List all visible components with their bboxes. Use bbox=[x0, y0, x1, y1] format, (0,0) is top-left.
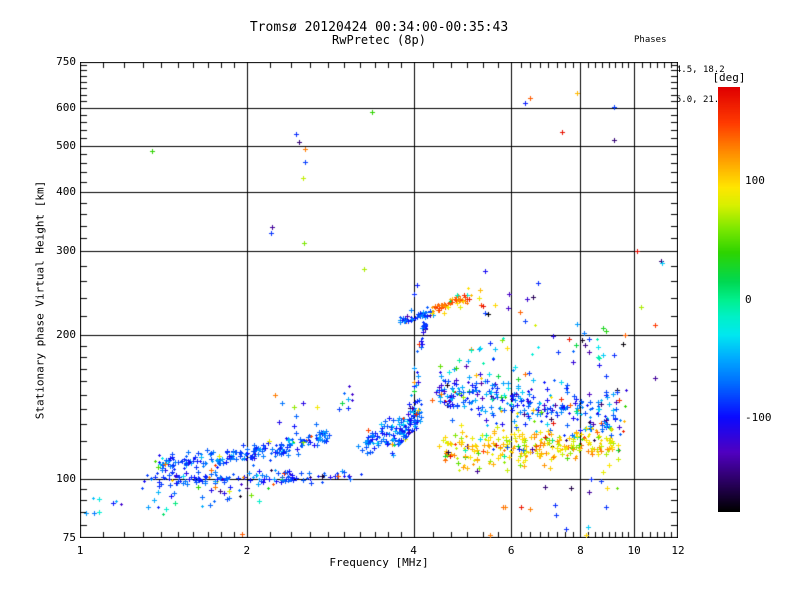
y-tick-label: 600 bbox=[56, 101, 76, 115]
colorbar-tick-label: 100 bbox=[745, 174, 765, 188]
x-axis-label: Frequency [MHz] bbox=[329, 556, 429, 569]
y-axis-label: Stationary phase Virtual Height [km] bbox=[33, 180, 47, 420]
colorbar-tick-label: 0 bbox=[745, 292, 752, 306]
y-tick-label: 300 bbox=[56, 244, 76, 258]
y-tick-label: 200 bbox=[56, 328, 76, 342]
phase-stats-heading: Phases bbox=[634, 35, 667, 45]
y-tick-label: 400 bbox=[56, 184, 76, 198]
ionogram-figure: Tromsø 20120424 00:34:00-00:35:43 RwPret… bbox=[0, 0, 800, 600]
scatter-plot-canvas bbox=[80, 62, 678, 538]
chart-subtitle: RwPretec (8p) bbox=[332, 33, 426, 47]
y-tick-label: 75 bbox=[62, 531, 76, 544]
colorbar-unit-label: [deg] bbox=[712, 71, 746, 84]
x-tick-label: 10 bbox=[627, 544, 641, 557]
x-tick-label: 1 bbox=[76, 544, 84, 557]
y-tick-label: 750 bbox=[56, 55, 76, 68]
x-tick-label: 4 bbox=[410, 544, 417, 557]
colorbar bbox=[718, 87, 740, 512]
x-tick-label: 6 bbox=[507, 544, 515, 557]
y-tick-label: 500 bbox=[56, 138, 76, 152]
colorbar-tick-label: -100 bbox=[745, 410, 772, 424]
x-tick-label: 2 bbox=[243, 544, 251, 557]
x-tick-label: 8 bbox=[577, 544, 584, 557]
x-tick-label: 12 bbox=[671, 544, 685, 557]
y-tick-label: 100 bbox=[56, 471, 76, 485]
